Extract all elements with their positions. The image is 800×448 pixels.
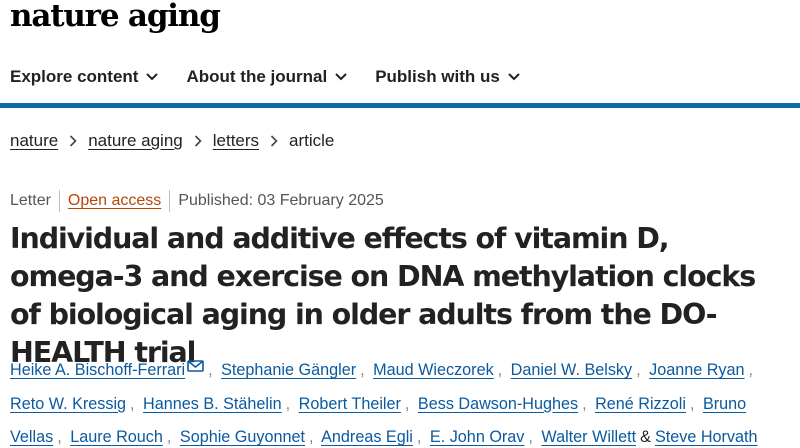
author-link[interactable]: Joanne Ryan — [649, 361, 744, 379]
author-link[interactable]: Sophie Guyonnet — [180, 428, 305, 446]
author-link[interactable]: René Rizzoli — [595, 395, 686, 413]
author-separator: , — [130, 394, 135, 413]
chevron-down-icon — [508, 73, 520, 81]
author-separator: , — [582, 394, 587, 413]
author-separator: , — [416, 428, 422, 446]
author-link[interactable]: Heike A. Bischoff-Ferrari — [10, 361, 185, 379]
breadcrumb: nature nature aging letters article — [10, 131, 334, 151]
meta-divider — [169, 190, 171, 212]
author-separator: , — [57, 428, 62, 446]
open-access-link[interactable]: Open access — [68, 192, 161, 210]
author-separator: , — [404, 394, 410, 413]
journal-logo[interactable]: nature aging — [10, 0, 221, 34]
author-link[interactable]: Daniel W. Belsky — [511, 361, 632, 379]
author-separator: , — [528, 428, 533, 446]
author-link[interactable]: E. John Orav — [430, 428, 524, 446]
nav-about-journal-label: About the journal — [186, 67, 328, 86]
author-separator: , — [309, 428, 314, 446]
breadcrumb-current: article — [289, 131, 335, 150]
author-separator: , — [208, 361, 213, 379]
breadcrumb-nature-aging[interactable]: nature aging — [88, 131, 183, 151]
nav-divider — [0, 103, 800, 108]
chevron-right-icon — [270, 135, 278, 147]
nav-publish-with-us-label: Publish with us — [375, 67, 500, 86]
author-list: Heike A. Bischoff-Ferrari, Stephanie Gän… — [10, 354, 795, 448]
author-link[interactable]: Robert Theiler — [299, 395, 401, 413]
meta-divider — [58, 190, 60, 212]
article-type: Letter — [10, 192, 51, 209]
main-nav: Explore content About the journal Publis… — [0, 52, 800, 102]
nav-explore-content[interactable]: Explore content — [10, 67, 159, 87]
published-date: Published: 03 February 2025 — [178, 192, 384, 209]
author-separator: , — [497, 361, 503, 379]
author-separator: , — [360, 361, 365, 379]
author-link[interactable]: Hannes B. Stähelin — [143, 395, 282, 413]
envelope-icon[interactable] — [187, 360, 204, 372]
author-separator: , — [636, 361, 641, 379]
nav-publish-with-us[interactable]: Publish with us — [375, 67, 520, 87]
author-link[interactable]: Stephanie Gängler — [221, 361, 356, 379]
nav-about-journal[interactable]: About the journal — [186, 67, 347, 87]
author-link[interactable]: Andreas Egli — [321, 428, 413, 446]
author-link[interactable]: Reto W. Kressig — [10, 395, 126, 413]
author-link[interactable]: Bess Dawson-Hughes — [418, 395, 578, 413]
author-separator: , — [166, 428, 172, 446]
nav-explore-content-label: Explore content — [10, 67, 139, 86]
author-separator: , — [689, 394, 695, 413]
chevron-down-icon — [146, 73, 159, 81]
breadcrumb-letters[interactable]: letters — [213, 131, 259, 151]
article-title: Individual and additive effects of vitam… — [10, 222, 756, 369]
chevron-right-icon — [194, 135, 202, 147]
author-link[interactable]: Maud Wieczorek — [373, 361, 494, 379]
chevron-down-icon — [335, 73, 347, 81]
author-separator: , — [748, 361, 754, 379]
article-meta: Letter Open access Published: 03 Februar… — [10, 190, 384, 212]
author-link[interactable]: Steve Horvath — [655, 428, 758, 446]
chevron-right-icon — [70, 135, 77, 147]
author-link[interactable]: Walter Willett — [541, 428, 636, 446]
author-link[interactable]: Laure Rouch — [70, 428, 163, 446]
author-joiner: & — [640, 428, 651, 446]
author-separator: , — [285, 394, 291, 413]
breadcrumb-nature[interactable]: nature — [10, 131, 58, 151]
